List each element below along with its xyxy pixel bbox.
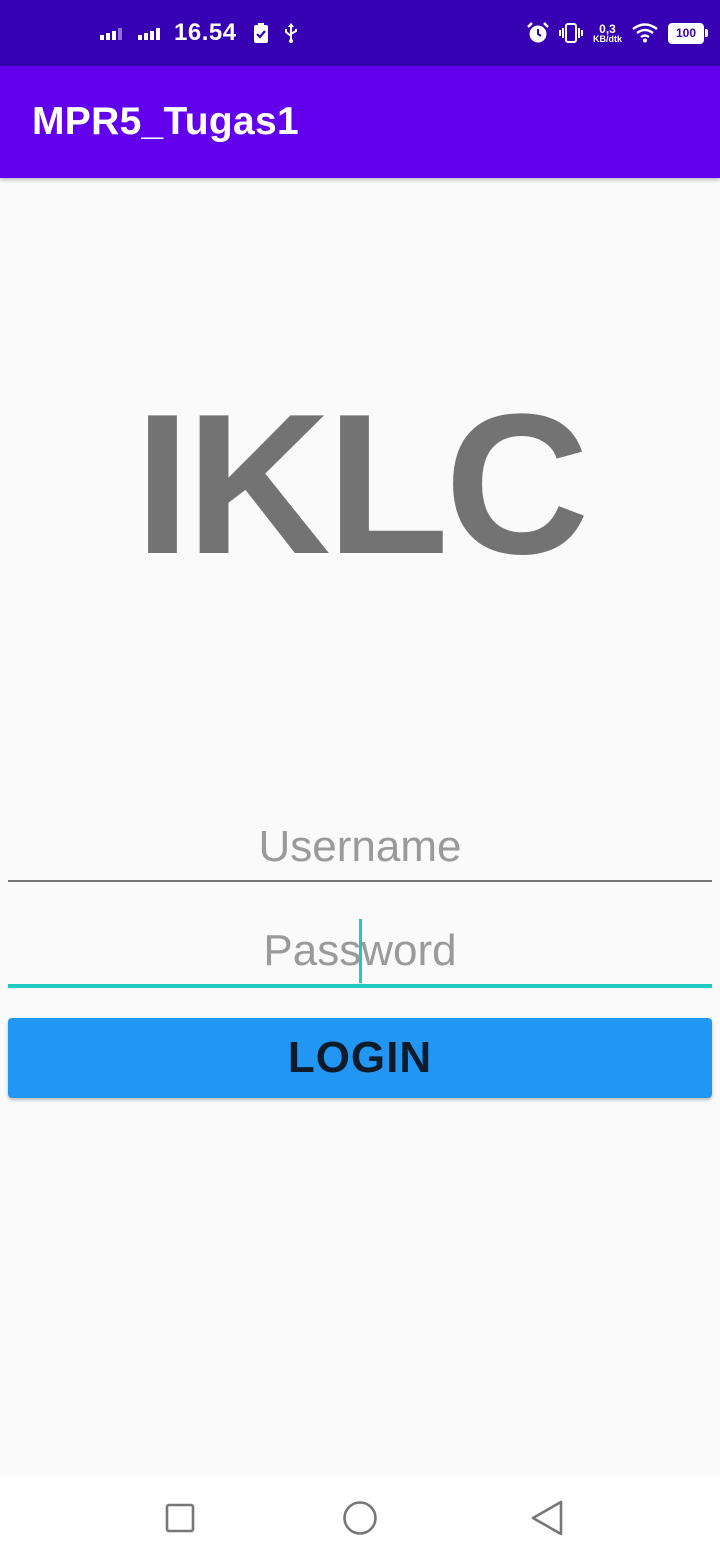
status-bar-left: 16.54 <box>100 0 313 66</box>
battery-icon: 100 <box>668 22 708 44</box>
password-field-container <box>8 918 712 988</box>
network-speed-unit: KB/dtk <box>593 33 622 44</box>
login-button[interactable]: LOGIN <box>8 1018 712 1098</box>
network-speed: 0,3 KB/dtk <box>593 23 622 44</box>
username-input[interactable] <box>8 814 712 880</box>
app-bar: MPR5_Tugas1 <box>0 66 720 178</box>
status-bar-right: 0,3 KB/dtk 100 <box>527 0 708 66</box>
status-time: 16.54 <box>174 19 237 46</box>
navigation-bar <box>0 1476 720 1560</box>
usb-icon <box>283 23 299 43</box>
recent-apps-icon[interactable] <box>120 1476 240 1560</box>
signal-sim1-icon <box>100 26 124 40</box>
logo-text: IKLC <box>134 373 590 596</box>
battery-saver-icon <box>253 23 269 43</box>
vibrate-icon <box>559 23 583 43</box>
app-title: MPR5_Tugas1 <box>32 100 299 143</box>
status-bar: 16.54 0,3 KB/dtk 100 <box>0 0 720 66</box>
wifi-icon <box>632 23 658 43</box>
home-icon[interactable] <box>300 1476 420 1560</box>
back-icon[interactable] <box>487 1476 607 1560</box>
signal-sim2-icon <box>138 26 162 40</box>
username-field-container <box>8 814 712 882</box>
text-cursor <box>359 919 362 983</box>
network-speed-value: 0,3 <box>599 21 616 36</box>
alarm-icon <box>527 22 549 44</box>
